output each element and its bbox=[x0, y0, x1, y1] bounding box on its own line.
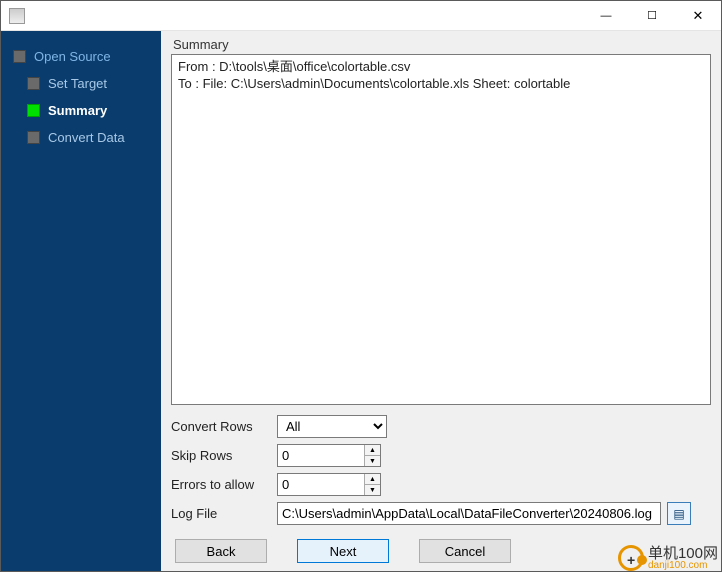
window-controls: — ☐ ✕ bbox=[583, 1, 721, 30]
next-button[interactable]: Next bbox=[297, 539, 389, 563]
step-label: Summary bbox=[48, 103, 107, 118]
spin-up-icon[interactable]: ▲ bbox=[365, 474, 380, 485]
cancel-button[interactable]: Cancel bbox=[419, 539, 511, 563]
summary-heading: Summary bbox=[171, 37, 711, 52]
step-box-icon bbox=[27, 131, 40, 144]
summary-textbox[interactable]: From : D:\tools\桌面\office\colortable.csv… bbox=[171, 54, 711, 405]
step-box-icon bbox=[27, 104, 40, 117]
step-summary[interactable]: Summary bbox=[1, 97, 161, 124]
skip-rows-spinner[interactable]: ▲ ▼ bbox=[277, 444, 381, 467]
logfile-input[interactable] bbox=[277, 502, 661, 525]
app-icon bbox=[9, 8, 25, 24]
logfile-label: Log File bbox=[171, 506, 277, 521]
step-box-icon bbox=[13, 50, 26, 63]
skip-rows-input[interactable] bbox=[278, 445, 364, 466]
close-button[interactable]: ✕ bbox=[675, 1, 721, 30]
wizard-buttons: Back Next Cancel bbox=[171, 539, 711, 563]
back-button[interactable]: Back bbox=[175, 539, 267, 563]
document-icon: ▤ bbox=[673, 507, 684, 521]
step-convert-data[interactable]: Convert Data bbox=[1, 124, 161, 151]
step-box-icon bbox=[27, 77, 40, 90]
convert-rows-select[interactable]: All bbox=[277, 415, 387, 438]
step-label: Set Target bbox=[48, 76, 107, 91]
step-open-source[interactable]: Open Source bbox=[1, 43, 161, 70]
step-label: Convert Data bbox=[48, 130, 125, 145]
spin-down-icon[interactable]: ▼ bbox=[365, 485, 380, 495]
errors-input[interactable] bbox=[278, 474, 364, 495]
logfile-browse-button[interactable]: ▤ bbox=[667, 502, 691, 525]
step-set-target[interactable]: Set Target bbox=[1, 70, 161, 97]
spin-down-icon[interactable]: ▼ bbox=[365, 456, 380, 466]
spin-up-icon[interactable]: ▲ bbox=[365, 445, 380, 456]
step-label: Open Source bbox=[34, 49, 111, 64]
options-panel: Convert Rows All Skip Rows ▲ ▼ bbox=[171, 415, 711, 531]
main-panel: Summary From : D:\tools\桌面\office\colort… bbox=[161, 31, 721, 571]
wizard-sidebar: Open Source Set Target Summary Convert D… bbox=[1, 31, 161, 571]
minimize-button[interactable]: — bbox=[583, 1, 629, 30]
convert-rows-label: Convert Rows bbox=[171, 419, 277, 434]
errors-spinner[interactable]: ▲ ▼ bbox=[277, 473, 381, 496]
titlebar: — ☐ ✕ bbox=[1, 1, 721, 31]
skip-rows-label: Skip Rows bbox=[171, 448, 277, 463]
maximize-button[interactable]: ☐ bbox=[629, 1, 675, 30]
errors-label: Errors to allow bbox=[171, 477, 277, 492]
